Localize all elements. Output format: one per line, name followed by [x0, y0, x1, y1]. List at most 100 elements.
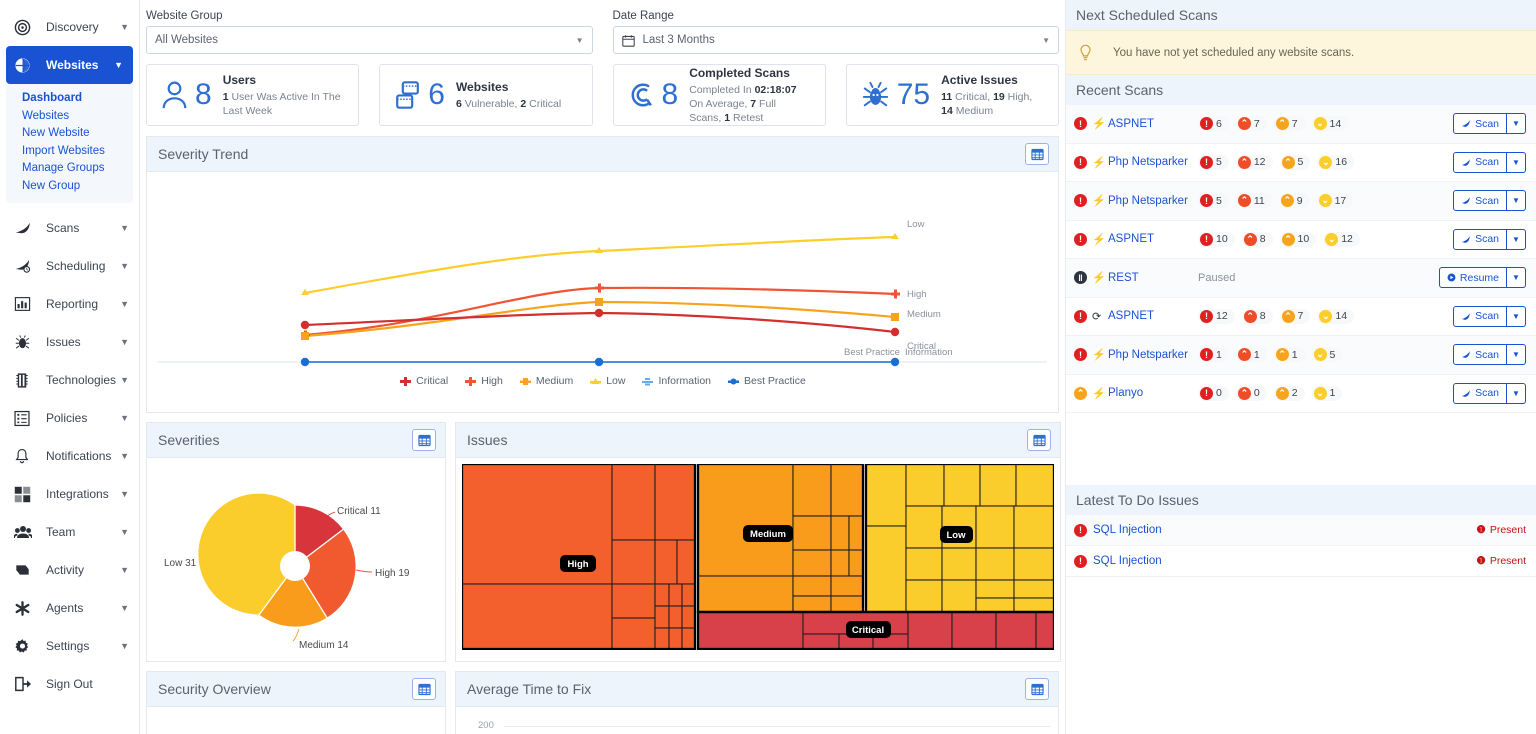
legend-label: Critical [416, 375, 449, 387]
stat-text: Completed Scans Completed In 02:18:07 On… [689, 65, 811, 126]
count-value: 1 [1329, 387, 1336, 400]
stat-card-websites[interactable]: 6 Websites 6 Vulnerable, 2 Critical [379, 64, 593, 126]
scan-dropdown-button[interactable]: ▼ [1507, 344, 1526, 366]
scan-button[interactable]: Scan [1453, 228, 1507, 250]
resume-button[interactable]: Resume [1438, 267, 1507, 289]
scan-row[interactable]: ! ⚡ Php Netsparker ! 5 ⌃ 11 ⌃ 9 ⌄ 17 Scan ▼ [1066, 182, 1536, 221]
scan-website-name[interactable]: ASPNET [1108, 118, 1198, 130]
count-value: 14 [1335, 310, 1348, 323]
table-icon[interactable] [1027, 429, 1051, 451]
scan-website-name[interactable]: ASPNET [1108, 310, 1198, 322]
table-icon[interactable] [412, 678, 436, 700]
donut-label-high: High 19 [375, 568, 410, 579]
sidebar-subitem-manage-groups[interactable]: Manage Groups [22, 160, 133, 178]
scan-row[interactable]: ‖ ⚡ REST Paused Resume ▼ [1066, 259, 1536, 298]
legend-marker-critical [399, 376, 412, 386]
table-icon[interactable] [1025, 678, 1049, 700]
scan-button[interactable]: Scan [1453, 382, 1507, 404]
sidebar-item-activity[interactable]: Activity ▼ [0, 551, 139, 589]
scan-website-name[interactable]: Planyo [1108, 387, 1198, 399]
sidebar-subitem-websites[interactable]: Websites [22, 108, 133, 126]
todo-issue-state: ❶ Present [1476, 524, 1526, 536]
scan-button-label: Scan [1475, 233, 1499, 246]
todo-issue-name[interactable]: SQL Injection [1093, 555, 1476, 567]
section-title: Latest To Do Issues [1076, 492, 1199, 508]
legend-item-best-practice[interactable]: Best Practice [727, 375, 806, 387]
sidebar-item-technologies[interactable]: Technologies ▼ [0, 361, 139, 399]
sidebar-item-sign-out[interactable]: Sign Out [0, 665, 139, 703]
table-icon[interactable] [1025, 143, 1049, 165]
resume-dropdown-button[interactable]: ▼ [1507, 267, 1526, 289]
website-group-select[interactable]: All Websites ▼ [146, 26, 593, 54]
scan-dropdown-button[interactable]: ▼ [1507, 151, 1526, 173]
stat-card-completed-scans[interactable]: 8 Completed Scans Completed In 02:18:07 … [612, 64, 826, 126]
sidebar-item-policies[interactable]: Policies ▼ [0, 399, 139, 437]
chevron-down-icon: ▼ [114, 60, 123, 70]
latest-todo-issues-header: Latest To Do Issues [1066, 485, 1536, 515]
scan-action: Scan ▼ [1453, 228, 1526, 250]
legend-item-information[interactable]: Information [641, 375, 711, 387]
sidebar-item-agents[interactable]: Agents ▼ [0, 589, 139, 627]
scan-row[interactable]: ! ⚡ ASPNET ! 6 ⌃ 7 ⌃ 7 ⌄ 14 Scan ▼ [1066, 105, 1536, 144]
sidebar-item-issues[interactable]: Issues ▼ [0, 323, 139, 361]
scan-row[interactable]: ! ⟳ ASPNET ! 12 ⌃ 8 ⌃ 7 ⌄ 14 Scan ▼ [1066, 298, 1536, 336]
severity-trend-header: Severity Trend [147, 137, 1058, 172]
severity-trend-panel: Severity Trend Low High Medium Critical … [146, 136, 1059, 413]
scan-button[interactable]: Scan [1453, 305, 1507, 327]
sidebar-item-scheduling[interactable]: Scheduling ▼ [0, 247, 139, 285]
table-icon[interactable] [412, 429, 436, 451]
count-medium: ⌃ 5 [1279, 154, 1311, 170]
scan-button[interactable]: Scan [1453, 113, 1507, 135]
sidebar-item-reporting[interactable]: Reporting ▼ [0, 285, 139, 323]
count-high: ⌃ 12 [1235, 154, 1273, 170]
sidebar-subitem-new-group[interactable]: New Group [22, 178, 133, 196]
legend-item-high[interactable]: High [464, 375, 503, 387]
bolt-icon: ⚡ [1092, 349, 1106, 362]
scan-row[interactable]: ! ⚡ Php Netsparker ! 1 ⌃ 1 ⌃ 1 ⌄ 5 Scan ▼ [1066, 336, 1536, 375]
scan-dropdown-button[interactable]: ▼ [1507, 113, 1526, 135]
stat-card-users[interactable]: 8 Users 1 User Was Active In The Last We… [146, 64, 360, 126]
sidebar-item-team[interactable]: Team ▼ [0, 513, 139, 551]
scan-dropdown-button[interactable]: ▼ [1507, 190, 1526, 212]
sidebar-subitem-import-websites[interactable]: Import Websites [22, 143, 133, 161]
sidebar-subitem-new-website[interactable]: New Website [22, 125, 133, 143]
todo-row[interactable]: ! SQL Injection ❶ Present [1066, 546, 1536, 577]
legend-item-medium[interactable]: Medium [519, 375, 573, 387]
sidebar-item-label: Agents [46, 601, 84, 615]
count-medium: ⌃ 2 [1273, 385, 1305, 401]
scan-row[interactable]: ! ⚡ Php Netsparker ! 5 ⌃ 12 ⌃ 5 ⌄ 16 Scan ▼ [1066, 144, 1536, 182]
scan-button[interactable]: Scan [1453, 344, 1507, 366]
scan-website-name[interactable]: Php Netsparker [1108, 349, 1198, 361]
scan-dropdown-button[interactable]: ▼ [1507, 228, 1526, 250]
sidebar-item-notifications[interactable]: Notifications ▼ [0, 437, 139, 475]
sidebar-item-integrations[interactable]: Integrations ▼ [0, 475, 139, 513]
scan-dropdown-button[interactable]: ▼ [1507, 382, 1526, 404]
sidebar-submenu-websites: Dashboard Websites New Website Import We… [6, 84, 133, 203]
sidebar-item-websites[interactable]: Websites ▼ [6, 46, 133, 84]
scan-button[interactable]: Scan [1453, 190, 1507, 212]
scan-button[interactable]: Scan [1453, 151, 1507, 173]
sidebar-item-scans[interactable]: Scans ▼ [0, 209, 139, 247]
todo-issue-name[interactable]: SQL Injection [1093, 524, 1476, 536]
security-overview-header: Security Overview [147, 672, 445, 707]
sidebar-item-discovery[interactable]: Discovery ▼ [0, 8, 139, 46]
scan-status: ! ⚡ [1074, 194, 1108, 208]
scan-website-name[interactable]: Php Netsparker [1108, 156, 1198, 168]
legend-item-low[interactable]: Low [589, 375, 625, 387]
scan-website-name[interactable]: ASPNET [1108, 233, 1198, 245]
scan-website-name[interactable]: REST [1108, 272, 1198, 284]
sidebar: Discovery ▼ Websites ▼ Dashboard Website… [0, 0, 140, 734]
high-icon: ⌃ [1237, 348, 1251, 362]
scan-row[interactable]: ⌃ ⚡ Planyo ! 0 ⌃ 0 ⌃ 2 ⌄ 1 Scan ▼ [1066, 375, 1536, 413]
sidebar-subitem-dashboard[interactable]: Dashboard [22, 90, 133, 108]
date-range-select[interactable]: Last 3 Months ▼ [612, 26, 1059, 54]
legend-item-critical[interactable]: Critical [399, 375, 448, 387]
panel-title: Severities [158, 432, 220, 448]
count-value: 8 [1259, 233, 1266, 246]
scan-dropdown-button[interactable]: ▼ [1507, 305, 1526, 327]
todo-row[interactable]: ! SQL Injection ❶ Present [1066, 515, 1536, 546]
scan-row[interactable]: ! ⚡ ASPNET ! 10 ⌃ 8 ⌃ 10 ⌄ 12 Scan ▼ [1066, 221, 1536, 259]
stat-card-active-issues[interactable]: 75 Active Issues 11 Critical, 19 High, 1… [845, 64, 1059, 126]
scan-website-name[interactable]: Php Netsparker [1108, 195, 1198, 207]
sidebar-item-settings[interactable]: Settings ▼ [0, 627, 139, 665]
